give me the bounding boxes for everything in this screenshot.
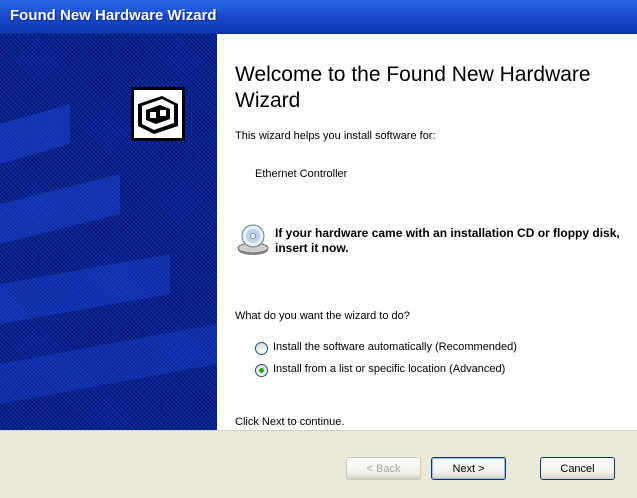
title-bar[interactable]: Found New Hardware Wizard: [0, 0, 637, 34]
wizard-window: Found New Hardware Wizard Welcome to the…: [0, 0, 637, 498]
cd-prompt-row: If your hardware came with an installati…: [235, 222, 630, 262]
cd-disk-icon: [237, 224, 269, 255]
question-text: What do you want the wizard to do?: [235, 310, 410, 322]
device-name: Ethernet Controller: [255, 168, 348, 180]
radio-install-automatically[interactable]: Install the software automatically (Reco…: [255, 340, 615, 358]
window-title: Found New Hardware Wizard: [10, 7, 217, 24]
continue-text: Click Next to continue.: [235, 416, 345, 428]
intro-text: This wizard helps you install software f…: [235, 130, 436, 142]
radio-button-selected[interactable]: [255, 364, 268, 377]
page-title: Welcome to the Found New Hardware Wizard: [235, 63, 591, 112]
radio-label[interactable]: Install the software automatically (Reco…: [273, 341, 517, 353]
back-button[interactable]: < Back: [346, 457, 421, 480]
button-bar: < Back Next > Cancel: [0, 431, 637, 498]
hardware-card-icon: [131, 87, 185, 141]
radio-button[interactable]: [255, 342, 268, 355]
radio-label[interactable]: Install from a list or specific location…: [273, 363, 505, 375]
cancel-button[interactable]: Cancel: [540, 457, 615, 480]
radio-install-from-list[interactable]: Install from a list or specific location…: [255, 362, 615, 380]
wizard-sidebar: [0, 34, 217, 430]
next-button[interactable]: Next >: [431, 457, 506, 480]
cd-prompt-text: If your hardware came with an installati…: [275, 226, 620, 255]
radio-selected-dot: [259, 368, 264, 373]
wizard-content: Welcome to the Found New Hardware Wizard…: [217, 34, 637, 430]
